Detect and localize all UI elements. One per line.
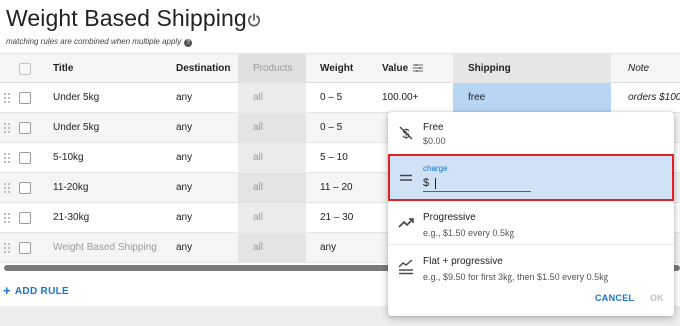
option-title: Flat + progressive: [423, 256, 503, 267]
cell-weight[interactable]: 21 – 30: [320, 203, 353, 233]
page-title: Weight Based Shipping: [6, 5, 247, 31]
header-value-label: Value: [382, 63, 409, 74]
cell-weight[interactable]: 0 – 5: [320, 83, 342, 113]
row-checkbox[interactable]: [19, 182, 31, 194]
table-header-row: Title Destination Products Weight Value …: [0, 53, 680, 84]
currency-symbol: $: [423, 177, 430, 189]
cell-title[interactable]: Under 5kg: [53, 83, 99, 113]
charge-field-label: charge: [423, 164, 448, 173]
cell-weight[interactable]: 0 – 5: [320, 113, 342, 143]
drag-handle-icon[interactable]: [4, 183, 10, 193]
header-weight[interactable]: Weight: [320, 54, 353, 84]
header-products[interactable]: Products: [253, 54, 292, 84]
cell-destination[interactable]: any: [176, 203, 192, 233]
header-destination[interactable]: Destination: [176, 54, 230, 84]
cell-title[interactable]: 21-30kg: [53, 203, 89, 233]
cancel-button[interactable]: CANCEL: [595, 293, 634, 303]
money-off-icon: $: [399, 126, 413, 141]
option-sub: $0.00: [423, 136, 446, 146]
cell-title[interactable]: 11-20kg: [53, 173, 88, 203]
drag-handle-icon[interactable]: [4, 243, 10, 253]
table-row[interactable]: Under 5kg any all 0 – 5 100.00+ free ord…: [0, 83, 680, 113]
cell-value[interactable]: 100.00+: [382, 83, 418, 113]
cell-destination[interactable]: any: [176, 143, 192, 173]
drag-handle-icon[interactable]: [4, 123, 10, 133]
header-value[interactable]: Value: [382, 54, 424, 84]
drag-handle-icon[interactable]: [4, 213, 10, 223]
shipping-options-popover: $ Free $0.00 charge $ Progressive e.g., …: [388, 112, 674, 316]
cell-weight[interactable]: 5 – 10: [320, 143, 348, 173]
flat-trending-icon: [398, 259, 413, 275]
select-all-checkbox[interactable]: [19, 63, 31, 75]
option-flat-progressive[interactable]: Flat + progressive e.g., $9.50 for first…: [388, 245, 674, 289]
add-rule-label: ADD RULE: [14, 286, 69, 297]
option-free[interactable]: $ Free $0.00: [388, 112, 674, 155]
header-note[interactable]: Note: [628, 54, 649, 84]
plus-icon: +: [3, 283, 11, 298]
power-icon[interactable]: [246, 12, 262, 28]
cell-note[interactable]: orders $100...: [628, 83, 680, 113]
row-checkbox[interactable]: [19, 152, 31, 164]
trending-up-icon: [398, 218, 414, 228]
help-icon[interactable]: ?: [184, 39, 193, 47]
option-title: Progressive: [423, 212, 476, 223]
cell-destination[interactable]: any: [176, 113, 192, 143]
cell-destination[interactable]: any: [176, 233, 192, 263]
cell-products[interactable]: all: [253, 173, 263, 203]
cell-destination[interactable]: any: [176, 83, 192, 113]
drag-handle-icon[interactable]: [4, 153, 10, 163]
cell-title[interactable]: 5-10kg: [53, 143, 84, 173]
cell-shipping[interactable]: free: [468, 83, 485, 113]
cell-destination[interactable]: any: [176, 173, 192, 203]
charge-input[interactable]: [435, 176, 525, 190]
option-sub: e.g., $1.50 every 0.5㎏: [423, 228, 515, 238]
cell-products[interactable]: all: [253, 113, 263, 143]
cell-weight[interactable]: 11 – 20: [320, 173, 353, 203]
row-checkbox[interactable]: [19, 122, 31, 134]
cell-title[interactable]: Weight Based Shipping: [53, 233, 157, 263]
header-title[interactable]: Title: [53, 54, 73, 84]
page-subtitle: matching rules are combined when multipl…: [6, 37, 193, 47]
filter-icon[interactable]: [413, 63, 424, 72]
row-checkbox[interactable]: [19, 242, 31, 254]
ok-button[interactable]: OK: [650, 293, 664, 303]
option-sub: e.g., $9.50 for first 3㎏, then $1.50 eve…: [423, 272, 609, 282]
cell-products[interactable]: all: [253, 83, 263, 113]
cell-products[interactable]: all: [253, 203, 263, 233]
row-checkbox[interactable]: [19, 92, 31, 104]
drag-handle-icon[interactable]: [4, 93, 10, 103]
cell-title[interactable]: Under 5kg: [53, 113, 99, 143]
option-title: Free: [423, 122, 444, 133]
cell-products[interactable]: all: [253, 143, 263, 173]
cell-products[interactable]: all: [253, 233, 263, 263]
cell-weight[interactable]: any: [320, 233, 336, 263]
subtitle-text: matching rules are combined when multipl…: [6, 37, 182, 46]
header-shipping[interactable]: Shipping: [468, 54, 511, 84]
charge-input-field[interactable]: $: [423, 176, 531, 192]
page-header: Weight Based Shipping matching rules are…: [0, 0, 680, 56]
option-progressive[interactable]: Progressive e.g., $1.50 every 0.5㎏: [388, 201, 674, 245]
add-rule-button[interactable]: + ADD RULE: [3, 283, 69, 298]
row-checkbox[interactable]: [19, 212, 31, 224]
